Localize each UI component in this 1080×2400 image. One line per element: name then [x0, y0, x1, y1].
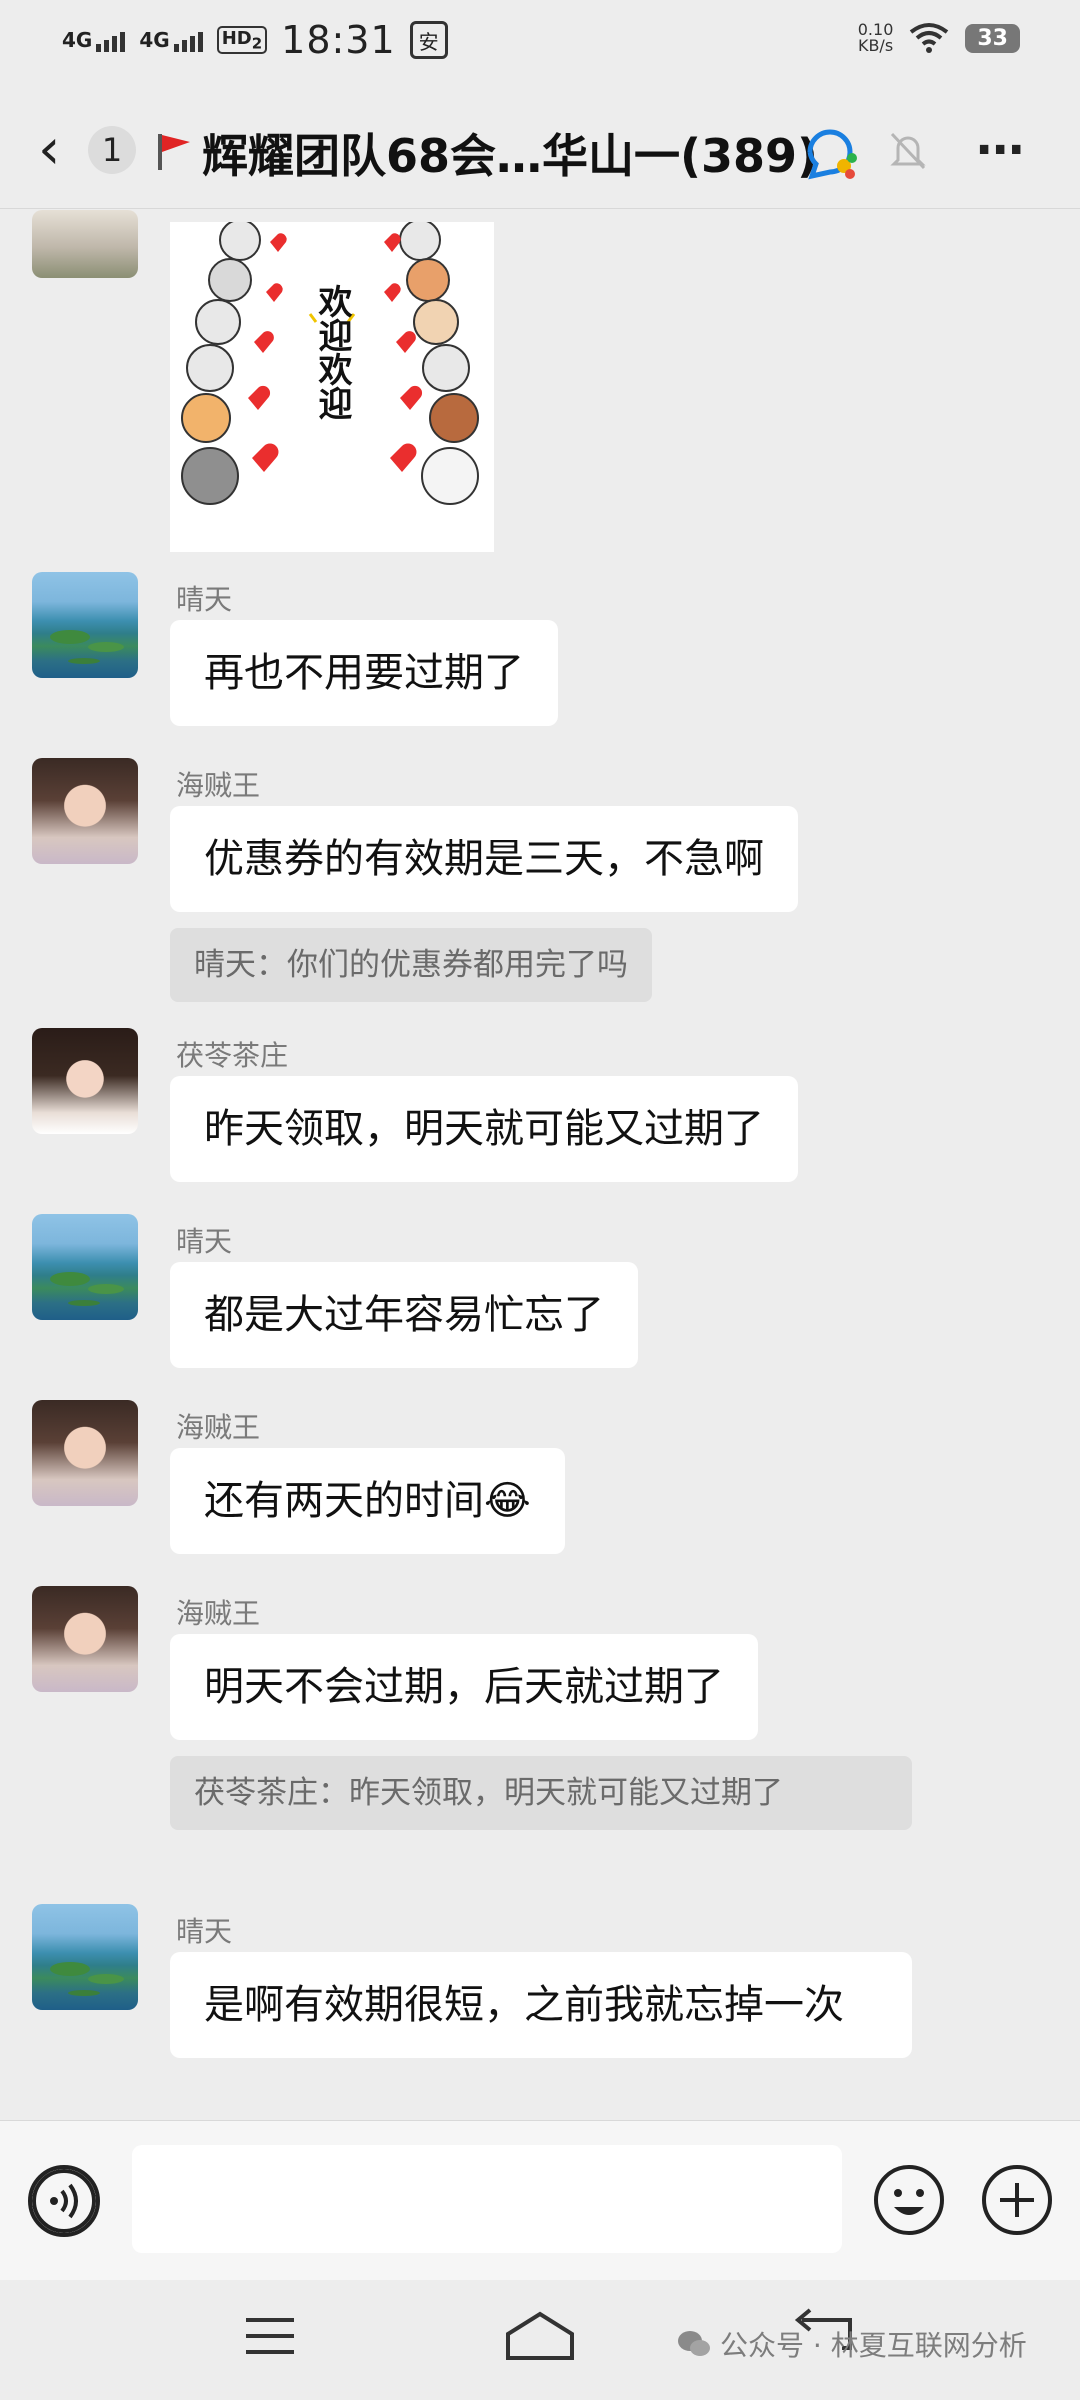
message-bubble[interactable]: 昨天领取，明天就可能又过期了 [170, 1076, 798, 1182]
watermark-text: 公众号 · 林夏互联网分析 [720, 2329, 1027, 2362]
system-nav-bar: 公众号 · 林夏互联网分析 [0, 2280, 1080, 2400]
message-bubble[interactable]: 优惠券的有效期是三天，不急啊 [170, 806, 798, 912]
avatar[interactable] [32, 1586, 138, 1692]
wifi-icon [910, 23, 949, 53]
sender-name: 海贼王 [176, 1411, 261, 1444]
welcome-sticker-image[interactable]: 欢迎欢迎 [170, 222, 494, 552]
message-list[interactable]: 欢迎欢迎 晴天 再也不用要过期了 海贼王 优惠券的有效期是三天，不急啊 晴天：你… [0, 210, 1080, 2120]
input-bar [0, 2120, 1080, 2281]
chat-header: ‹ 1 辉耀团队68会…华山一(389) ⋯ [0, 92, 1080, 209]
voice-input-icon[interactable] [28, 2165, 100, 2237]
app-notification-icon: 安 [409, 21, 448, 59]
back-chevron-icon[interactable]: ‹ [38, 122, 60, 178]
avatar[interactable] [32, 210, 138, 278]
unread-count-badge[interactable]: 1 [88, 126, 136, 174]
message-bubble[interactable]: 还有两天的时间😂 [170, 1448, 565, 1554]
wechat-logo-icon [678, 2331, 710, 2356]
sender-name: 海贼王 [176, 1597, 261, 1630]
clock: 18:31 [281, 18, 396, 62]
sender-name: 晴天 [176, 1225, 233, 1258]
avatar[interactable] [32, 1214, 138, 1320]
recent-apps-icon[interactable] [244, 2314, 296, 2358]
sender-name: 晴天 [176, 583, 233, 616]
avatar[interactable] [32, 1028, 138, 1134]
message-bubble[interactable]: 是啊有效期很短，之前我就忘掉一次 [170, 1952, 912, 2058]
avatar[interactable] [32, 1904, 138, 2010]
signal-icon-sim2: 4G [139, 28, 203, 52]
more-options-icon[interactable]: ⋯ [976, 122, 1026, 178]
sender-name: 晴天 [176, 1915, 233, 1948]
avatar[interactable] [32, 572, 138, 678]
home-icon[interactable] [504, 2310, 576, 2362]
sender-name: 海贼王 [176, 769, 261, 802]
watermark: 公众号 · 林夏互联网分析 [676, 2324, 1027, 2364]
status-bar: 4G 4G HD2 18:31 安 0.10 KB/s 33 [0, 0, 1080, 80]
signal-icon-sim1: 4G [62, 28, 126, 52]
group-feature-icon[interactable] [800, 122, 860, 182]
message-bubble[interactable]: 再也不用要过期了 [170, 620, 558, 726]
avatar[interactable] [32, 758, 138, 864]
chat-title: 辉耀团队68会…华山一(389) [202, 129, 819, 183]
emoji-icon[interactable] [872, 2163, 946, 2237]
add-more-icon[interactable] [980, 2163, 1054, 2237]
network-speed: 0.10 KB/s [857, 20, 894, 55]
message-input[interactable] [132, 2145, 842, 2253]
red-flag-icon [158, 134, 190, 170]
quoted-reply[interactable]: 茯苓茶庄：昨天领取，明天就可能又过期了 [170, 1756, 912, 1830]
mute-bell-icon[interactable] [884, 126, 932, 174]
avatar[interactable] [32, 1400, 138, 1506]
sticker-text: 欢迎欢迎 [312, 284, 353, 420]
sender-name: 茯苓茶庄 [176, 1039, 289, 1072]
battery-indicator: 33 [965, 23, 1020, 53]
message-bubble[interactable]: 明天不会过期，后天就过期了 [170, 1634, 758, 1740]
message-bubble[interactable]: 都是大过年容易忙忘了 [170, 1262, 638, 1368]
hd-voice-icon: HD2 [216, 25, 268, 55]
quoted-reply[interactable]: 晴天：你们的优惠券都用完了吗 [170, 928, 652, 1002]
